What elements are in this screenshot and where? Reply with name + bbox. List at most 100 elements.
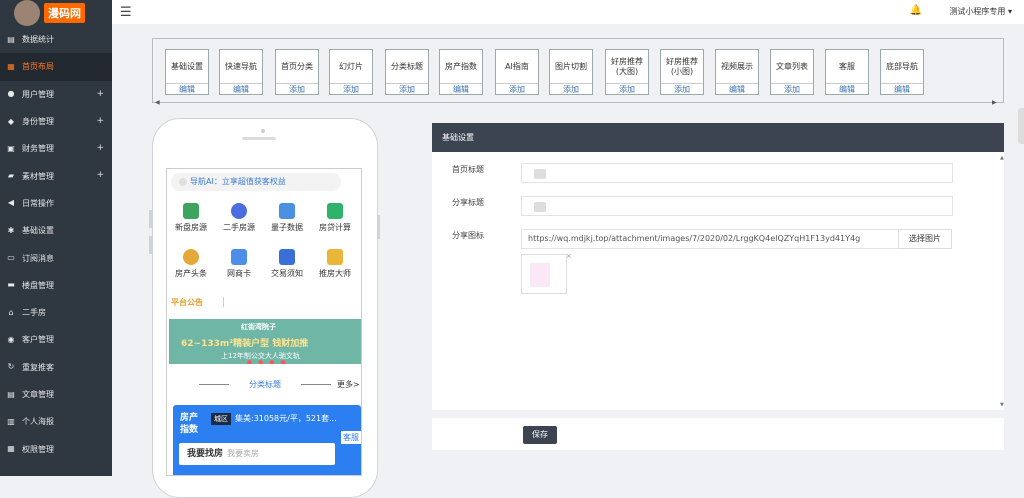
module-action-link[interactable]: 添加 bbox=[771, 83, 813, 94]
sidebar-item-label: 首页布局 bbox=[22, 62, 54, 72]
folder-icon: ▰ bbox=[7, 171, 15, 181]
module-action-link[interactable]: 编辑 bbox=[826, 83, 868, 94]
sidebar-item-9[interactable]: ▬ 楼盘管理 bbox=[0, 272, 112, 299]
sidebar-item-0[interactable]: ▤ 数据统计 bbox=[0, 26, 112, 53]
find-house-label: 我要找房 bbox=[187, 449, 224, 459]
sidebar-item-13[interactable]: ▤ 文章管理 bbox=[0, 381, 112, 408]
share-title-label: 分享标题 bbox=[452, 198, 484, 207]
settings-panel: 基础设置 首页标题 分享标题 分享图标 https://wq.mdjkj.top… bbox=[432, 123, 1004, 410]
sidebar-item-7[interactable]: ✱ 基础设置 bbox=[0, 217, 112, 244]
menu-toggle-icon[interactable]: ☰ bbox=[120, 5, 132, 20]
phone-camera bbox=[261, 129, 265, 133]
scroll-left-icon[interactable]: ◀ bbox=[155, 99, 160, 106]
sidebar-item-1[interactable]: ▦ 首页布局 bbox=[0, 53, 112, 81]
module-tile[interactable]: 好房推荐 (小图) 添加 bbox=[660, 49, 704, 95]
module-tile[interactable]: AI指南添加 bbox=[495, 49, 539, 95]
remove-image-icon[interactable]: × bbox=[566, 252, 572, 260]
expand-plus-icon[interactable]: + bbox=[96, 143, 104, 153]
module-action-link[interactable]: 编辑 bbox=[440, 83, 482, 94]
scroll-down-icon[interactable]: ▼ bbox=[1000, 402, 1004, 408]
module-tile[interactable]: 视频展示 编辑 bbox=[715, 49, 759, 95]
quick-nav-item[interactable]: 房产头条 bbox=[167, 249, 215, 279]
module-action-link[interactable]: 添加 bbox=[276, 83, 318, 94]
module-tile[interactable]: 底部导航 编辑 bbox=[880, 49, 924, 95]
share-icon-url-input[interactable]: https://wq.mdjkj.top/attachment/images/7… bbox=[521, 229, 899, 249]
quick-nav-item[interactable]: 推房大师 bbox=[311, 249, 359, 279]
quick-nav-item[interactable]: 网商卡 bbox=[215, 249, 263, 279]
side-handle[interactable] bbox=[1018, 108, 1024, 144]
layout-icon: ▦ bbox=[7, 61, 15, 71]
sidebar-item-5[interactable]: ▰ 素材管理 + bbox=[0, 162, 112, 189]
save-button[interactable]: 保存 bbox=[523, 426, 557, 444]
sidebar-item-label: 基础设置 bbox=[22, 226, 54, 236]
quick-nav-item[interactable]: 新盘房源 bbox=[167, 203, 215, 233]
module-action-link[interactable]: 添加 bbox=[330, 83, 372, 94]
quick-nav-item[interactable]: 交易须知 bbox=[263, 249, 311, 279]
sidebar-item-2[interactable]: ● 用户管理 + bbox=[0, 81, 112, 108]
scroll-up-icon[interactable]: ▲ bbox=[1000, 155, 1004, 161]
module-tile[interactable]: 幻灯片 添加 bbox=[329, 49, 373, 95]
module-action-link[interactable]: 编辑 bbox=[716, 83, 758, 94]
module-label: AI指南 bbox=[505, 61, 529, 71]
module-label: 首页分类 bbox=[281, 61, 313, 71]
sidebar-item-6[interactable]: ◀ 日常操作 bbox=[0, 190, 112, 217]
module-action-link[interactable]: 编辑 bbox=[166, 83, 208, 94]
module-tile[interactable]: 首页分类 添加 bbox=[275, 49, 319, 95]
module-tile[interactable]: 文章列表 添加 bbox=[770, 49, 814, 95]
bell-icon[interactable]: 🔔 bbox=[910, 5, 922, 16]
sidebar-item-14[interactable]: ▥ 个人海报 bbox=[0, 408, 112, 435]
carousel-banner[interactable]: 红街湾院子 62~133m²精装户型 钱财加推 上12年制公交大人驰文轨 ● ●… bbox=[169, 319, 361, 364]
quick-nav-item[interactable]: 量子数据 bbox=[263, 203, 311, 233]
sidebar-item-label: 数据统计 bbox=[22, 35, 54, 45]
index-title: 房产指数 bbox=[180, 413, 199, 435]
share-icon-thumbnail[interactable]: × bbox=[521, 252, 572, 294]
sidebar-item-11[interactable]: ◉ 客户管理 bbox=[0, 326, 112, 353]
share-title-input[interactable] bbox=[521, 196, 953, 216]
module-action-link[interactable]: 添加 bbox=[496, 83, 538, 94]
sidebar-item-label: 财务管理 bbox=[22, 144, 54, 154]
home-title-input[interactable] bbox=[521, 163, 953, 183]
module-action-link[interactable]: 添加 bbox=[386, 83, 428, 94]
service-button[interactable]: 客服 bbox=[341, 431, 361, 444]
sidebar-item-label: 文章管理 bbox=[22, 390, 54, 399]
module-label: 视频展示 bbox=[721, 61, 753, 71]
sidebar-item-15[interactable]: ▦ 权限管理 bbox=[0, 435, 112, 462]
module-tile[interactable]: 基础设置 编辑 bbox=[165, 49, 209, 95]
module-action-link[interactable]: 添加 bbox=[606, 83, 648, 94]
more-link[interactable]: 更多> bbox=[337, 379, 360, 390]
module-label: 好房推荐 (小图) bbox=[666, 56, 698, 76]
expand-plus-icon[interactable]: + bbox=[96, 89, 104, 99]
sidebar-item-10[interactable]: ⌂ 二手房 bbox=[0, 299, 112, 326]
module-tile[interactable]: 分类标题 添加 bbox=[385, 49, 429, 95]
megaphone-icon: ◀ bbox=[7, 198, 15, 208]
ai-banner[interactable]: 导航AI：立享超值获客权益 bbox=[171, 173, 341, 191]
find-house-search[interactable]: 我要找房 我要卖房 bbox=[179, 443, 335, 465]
sidebar-item-12[interactable]: ↻ 重复推客 bbox=[0, 354, 112, 381]
scroll-right-icon[interactable]: ▶ bbox=[992, 99, 997, 106]
module-tile[interactable]: 好房推荐 (大图) 添加 bbox=[605, 49, 649, 95]
quick-nav-label: 二手房源 bbox=[223, 223, 255, 232]
brand-logo[interactable]: 漫码网 bbox=[0, 0, 112, 26]
module-label: 好房推荐 (大图) bbox=[611, 56, 643, 76]
module-tile[interactable]: 图片切割 添加 bbox=[549, 49, 593, 95]
sidebar-item-4[interactable]: ▣ 财务管理 + bbox=[0, 135, 112, 162]
module-tile[interactable]: 客服 编辑 bbox=[825, 49, 869, 95]
expand-plus-icon[interactable]: + bbox=[96, 116, 104, 126]
choose-image-button[interactable]: 选择图片 bbox=[898, 229, 952, 249]
module-tile[interactable]: 快速导航 编辑 bbox=[219, 49, 263, 95]
quick-nav-item[interactable]: 二手房源 bbox=[215, 203, 263, 233]
module-action-link[interactable]: 编辑 bbox=[220, 83, 262, 94]
module-action-link[interactable]: 编辑 bbox=[881, 83, 923, 94]
module-label: 房产指数 bbox=[445, 61, 477, 71]
user-menu[interactable]: 测试小程序专用 ▾ bbox=[949, 6, 1012, 17]
expand-plus-icon[interactable]: + bbox=[96, 170, 104, 180]
module-action-link[interactable]: 添加 bbox=[661, 83, 703, 94]
user-icon: ● bbox=[7, 89, 15, 99]
module-action-link[interactable]: 添加 bbox=[550, 83, 592, 94]
quick-nav-label: 房产头条 bbox=[175, 269, 207, 278]
sidebar-item-3[interactable]: ◆ 身份管理 + bbox=[0, 108, 112, 135]
module-tile[interactable]: 房产指数 编辑 bbox=[439, 49, 483, 95]
sidebar-item-8[interactable]: ▭ 订阅消息 bbox=[0, 244, 112, 271]
quick-nav-item[interactable]: 房贷计算 bbox=[311, 203, 359, 233]
save-bar: 保存 bbox=[432, 418, 1004, 450]
